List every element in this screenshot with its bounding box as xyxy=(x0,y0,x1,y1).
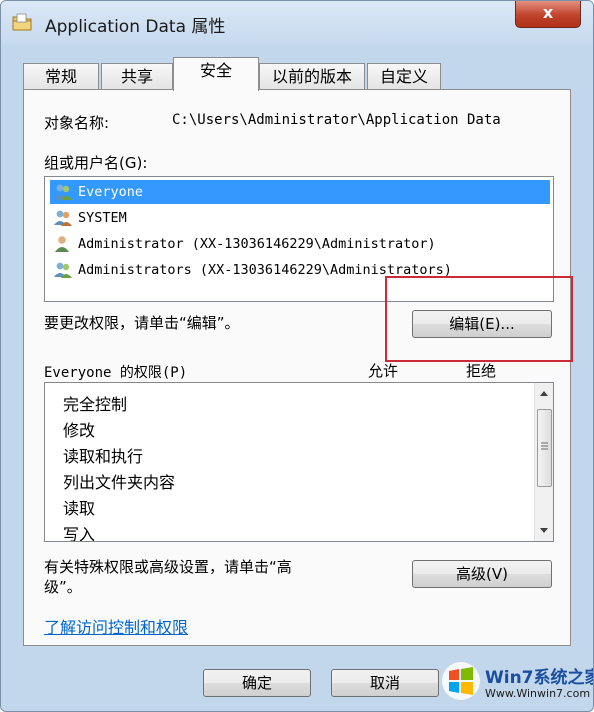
security-tab-panel: 对象名称: C:\Users\Administrator\Application… xyxy=(23,89,571,646)
scroll-thumb[interactable] xyxy=(537,409,552,487)
deny-column-header: 拒绝 xyxy=(466,362,497,380)
permission-item: 写入 xyxy=(63,525,96,542)
tab-security[interactable]: 安全 xyxy=(173,57,259,91)
user-name: Everyone xyxy=(78,184,144,200)
close-button[interactable]: x xyxy=(515,1,581,28)
permission-item: 读取 xyxy=(63,499,96,518)
user-group-icon xyxy=(54,184,72,200)
watermark: Win7系统之家 Www.Winwin7.com xyxy=(439,661,593,707)
permissions-scrollbar[interactable] xyxy=(534,383,553,541)
grip-icon xyxy=(541,442,548,450)
permission-item: 列出文件夹内容 xyxy=(63,473,176,492)
properties-dialog: Application Data 属性 x 常规 共享 安全 以前的版本 自定义… xyxy=(0,0,594,712)
tab-customize[interactable]: 自定义 xyxy=(367,63,441,90)
advanced-button[interactable]: 高级(V) xyxy=(412,560,552,588)
scroll-down-arrow-icon[interactable] xyxy=(539,527,549,535)
tab-sharing[interactable]: 共享 xyxy=(101,63,173,90)
learn-access-control-link[interactable]: 了解访问控制和权限 xyxy=(44,614,188,638)
cancel-button[interactable]: 取消 xyxy=(331,669,439,697)
windows-logo-icon xyxy=(442,662,480,700)
user-row-system[interactable]: SYSTEM xyxy=(50,206,550,230)
watermark-brand: Win7系统之家 xyxy=(485,668,594,688)
tab-previous-versions[interactable]: 以前的版本 xyxy=(259,63,365,90)
user-row-administrator[interactable]: Administrator (XX-13036146229\Administra… xyxy=(50,232,550,256)
scroll-up-arrow-icon[interactable] xyxy=(539,389,549,397)
user-group-icon xyxy=(54,262,72,278)
permission-item: 完全控制 xyxy=(63,395,128,414)
advanced-hint-line1: 有关特殊权限或高级设置，请单击“高 xyxy=(44,558,292,576)
user-icon xyxy=(55,236,69,252)
watermark-url: Www.Winwin7.com xyxy=(485,687,591,700)
object-name-label: 对象名称: xyxy=(44,114,110,132)
permissions-label: Everyone 的权限(P) xyxy=(44,365,188,381)
user-row-everyone[interactable]: Everyone xyxy=(50,180,550,204)
folder-icon xyxy=(12,13,32,31)
tab-general[interactable]: 常规 xyxy=(23,63,99,90)
ok-button[interactable]: 确定 xyxy=(203,669,311,697)
advanced-hint-line2: 级”。 xyxy=(44,578,82,596)
allow-column-header: 允许 xyxy=(368,362,399,380)
permission-item: 修改 xyxy=(63,421,96,440)
change-permissions-hint: 要更改权限，请单击“编辑”。 xyxy=(44,314,240,332)
permissions-list[interactable]: 完全控制 修改 读取和执行 列出文件夹内容 读取 写入 xyxy=(44,382,554,542)
close-icon: x xyxy=(542,3,554,22)
title-bar[interactable]: Application Data 属性 x xyxy=(1,1,593,45)
group-user-label: 组或用户名(G): xyxy=(44,154,148,172)
highlight-box xyxy=(385,276,573,362)
window-title: Application Data 属性 xyxy=(45,17,226,37)
object-name-value: C:\Users\Administrator\Application Data xyxy=(172,112,501,128)
user-name: Administrator (XX-13036146229\Administra… xyxy=(78,236,436,252)
user-name: SYSTEM xyxy=(78,210,127,226)
user-group-icon xyxy=(54,210,72,226)
permission-item: 读取和执行 xyxy=(63,447,144,466)
